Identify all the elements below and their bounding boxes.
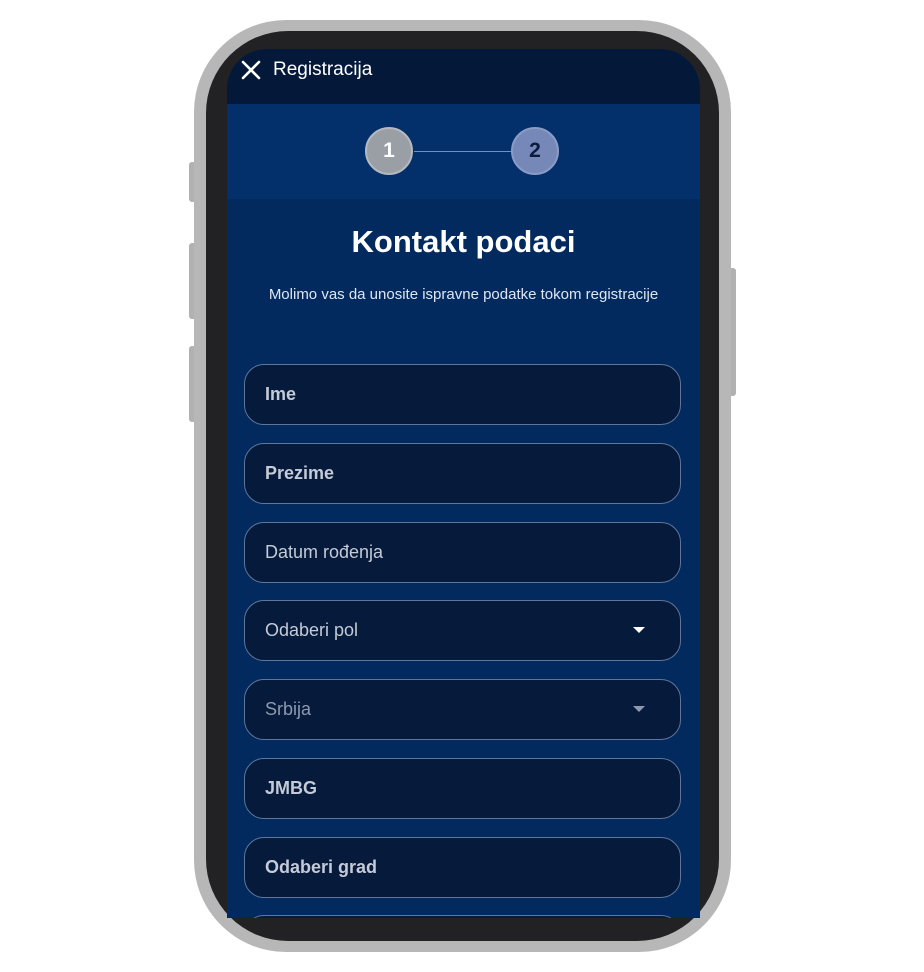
dropdown-arrow-icon [633,627,645,633]
stage: Registracija 1 2 Kontakt podaci Molimo v… [0,0,924,972]
section-title: Kontakt podaci [351,224,576,259]
jmbg-field[interactable]: JMBG [244,758,681,819]
city-field[interactable]: Odaberi grad [244,837,681,898]
close-icon[interactable] [240,59,262,81]
page-title-registration: Registracija [273,59,373,80]
registration-stepper: 1 2 [227,104,700,199]
gender-placeholder: Odaberi pol [265,620,359,640]
city-placeholder: Odaberi grad [265,857,378,877]
country-select[interactable]: Srbija [244,679,681,740]
stepper-connector [414,151,511,152]
step-2-indicator[interactable]: 2 [511,127,559,175]
first-name-placeholder: Ime [265,384,297,404]
last-name-placeholder: Prezime [265,463,335,483]
gender-select[interactable]: Odaberi pol [244,600,681,661]
section-subtitle: Molimo vas da unosite ispravne podatke t… [268,286,659,303]
country-value: Srbija [265,699,312,719]
birth-date-field[interactable]: Datum rođenja [244,522,681,583]
last-name-field[interactable]: Prezime [244,443,681,504]
dropdown-arrow-icon [633,706,645,712]
jmbg-placeholder: JMBG [265,778,318,798]
birth-date-placeholder: Datum rođenja [265,542,384,562]
phone-screen: Registracija 1 2 Kontakt podaci Molimo v… [227,49,700,918]
close-icon-glyph [241,60,261,80]
step-1-indicator[interactable]: 1 [365,127,413,175]
next-field-partial[interactable] [244,915,681,918]
top-app-bar: Registracija [227,49,700,104]
first-name-field[interactable]: Ime [244,364,681,425]
